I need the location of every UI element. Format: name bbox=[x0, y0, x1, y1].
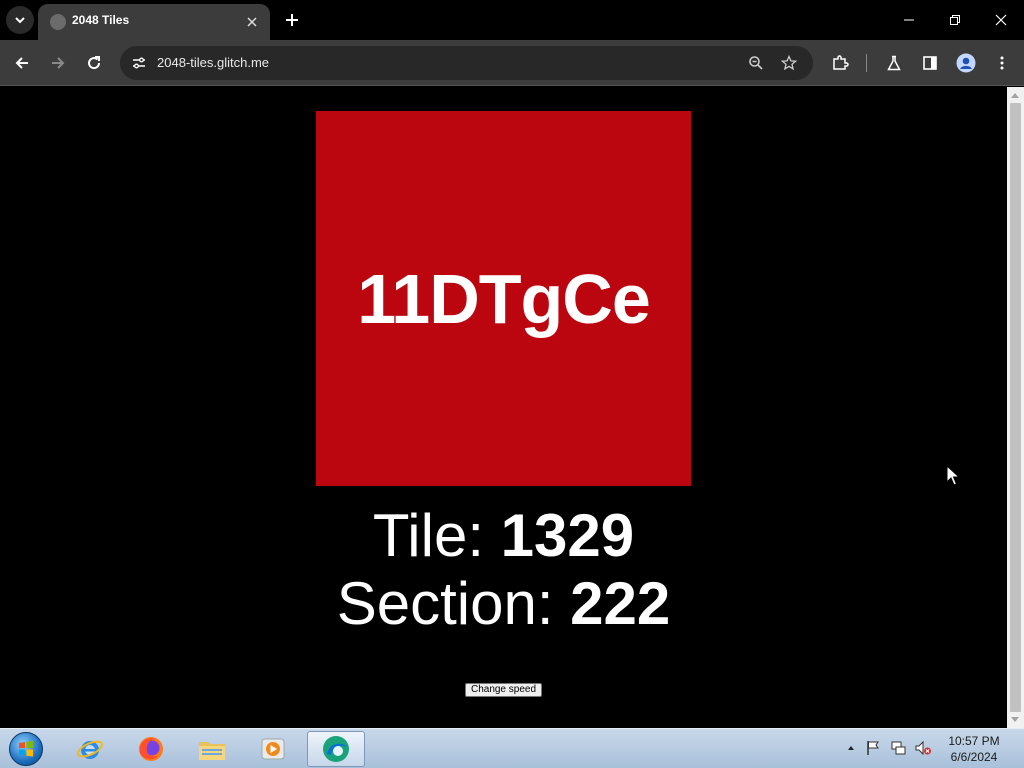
scroll-down-arrow-icon[interactable] bbox=[1011, 717, 1019, 722]
avatar-icon bbox=[956, 53, 976, 73]
globe-icon bbox=[50, 14, 66, 30]
change-speed-button[interactable]: Change speed bbox=[465, 683, 542, 697]
mouse-cursor-icon bbox=[946, 465, 960, 486]
extensions-button[interactable] bbox=[827, 50, 853, 76]
scrollbar-thumb[interactable] bbox=[1010, 103, 1021, 712]
more-vert-icon bbox=[1000, 56, 1004, 70]
profile-button[interactable] bbox=[953, 50, 979, 76]
reload-button[interactable] bbox=[81, 50, 107, 76]
file-explorer-icon bbox=[199, 742, 225, 760]
puzzle-icon bbox=[833, 55, 849, 70]
labs-button[interactable] bbox=[881, 50, 907, 76]
clock-date: 6/6/2024 bbox=[950, 750, 998, 764]
side-panel-icon bbox=[923, 56, 937, 70]
minimize-button[interactable] bbox=[897, 8, 921, 32]
tile-text: 11DTgCe bbox=[357, 259, 651, 338]
flask-icon bbox=[887, 55, 901, 71]
close-window-button[interactable] bbox=[989, 8, 1013, 32]
close-icon bbox=[995, 14, 1007, 26]
tile: 11DTgCe bbox=[316, 111, 691, 486]
side-panel-button[interactable] bbox=[917, 50, 943, 76]
reload-icon bbox=[88, 56, 101, 70]
new-tab-button[interactable] bbox=[281, 9, 303, 31]
url-text: 2048-tiles.glitch.me bbox=[157, 55, 269, 70]
scroll-up-arrow-icon[interactable] bbox=[1011, 93, 1019, 98]
start-button[interactable] bbox=[6, 731, 46, 767]
section-counter: Section: 222 bbox=[0, 574, 1007, 634]
network-tray[interactable] bbox=[889, 739, 907, 757]
close-icon bbox=[247, 17, 257, 27]
section-counter-label: Section: bbox=[336, 570, 571, 637]
back-button[interactable] bbox=[9, 50, 35, 76]
tile-counter: Tile: 1329 bbox=[0, 506, 1007, 566]
windows-logo-icon bbox=[9, 732, 43, 766]
volume-tray[interactable] bbox=[914, 739, 932, 757]
volume-muted-icon bbox=[915, 740, 931, 756]
vertical-scrollbar[interactable] bbox=[1007, 87, 1024, 728]
arrow-left-icon bbox=[15, 57, 28, 69]
chevron-down-icon bbox=[15, 17, 25, 24]
clock-time: 10:57 PM bbox=[948, 734, 1000, 748]
menu-button[interactable] bbox=[989, 50, 1015, 76]
page-content: 11DTgCe Tile: 1329 Section: 222 Change s… bbox=[0, 87, 1007, 728]
internet-explorer-icon bbox=[76, 740, 104, 759]
browser-toolbar: 2048-tiles.glitch.me bbox=[0, 40, 1024, 86]
chevron-up-icon bbox=[848, 746, 854, 750]
arrow-right-icon bbox=[52, 57, 65, 69]
close-tab-button[interactable] bbox=[242, 12, 262, 32]
restore-button[interactable] bbox=[943, 8, 967, 32]
tab-search-button[interactable] bbox=[6, 6, 34, 34]
zoom-icon bbox=[749, 56, 763, 70]
tile-counter-label: Tile: bbox=[372, 502, 501, 569]
flag-icon bbox=[867, 741, 879, 755]
tab-strip: 2048 Tiles bbox=[0, 0, 1024, 40]
taskbar-app-firefox[interactable] bbox=[122, 731, 180, 767]
browser-window: 2048 Tiles 2048-tiles.glitch.me 11DTgCe … bbox=[0, 0, 1024, 728]
taskbar-app-browser[interactable] bbox=[307, 731, 365, 767]
tile-counter-value: 1329 bbox=[500, 502, 635, 569]
minimize-icon bbox=[904, 19, 914, 21]
taskbar-clock[interactable]: 10:57 PM 6/6/2024 bbox=[934, 733, 1014, 765]
star-icon bbox=[781, 55, 797, 71]
taskbar-app-internet-explorer[interactable] bbox=[61, 731, 119, 767]
site-info-icon[interactable] bbox=[130, 54, 148, 72]
taskbar-app-file-explorer[interactable] bbox=[183, 731, 241, 767]
network-icon bbox=[891, 741, 906, 755]
tab-title: 2048 Tiles bbox=[72, 13, 130, 27]
bookmark-button[interactable] bbox=[779, 53, 799, 73]
zoom-button[interactable] bbox=[746, 53, 766, 73]
taskbar: 10:57 PM 6/6/2024 bbox=[0, 728, 1024, 768]
tab-active[interactable]: 2048 Tiles bbox=[38, 4, 270, 40]
firefox-icon bbox=[139, 737, 163, 761]
plus-icon bbox=[286, 14, 298, 26]
browser-app-icon bbox=[323, 736, 349, 762]
toolbar-divider bbox=[866, 54, 867, 72]
section-counter-value: 222 bbox=[570, 570, 671, 637]
media-player-icon bbox=[261, 738, 285, 760]
show-hidden-icons-button[interactable] bbox=[842, 739, 860, 757]
taskbar-app-media-player[interactable] bbox=[244, 731, 302, 767]
address-bar[interactable]: 2048-tiles.glitch.me bbox=[120, 46, 813, 80]
restore-icon bbox=[950, 15, 960, 25]
action-center-tray[interactable] bbox=[864, 739, 882, 757]
forward-button[interactable] bbox=[45, 50, 71, 76]
